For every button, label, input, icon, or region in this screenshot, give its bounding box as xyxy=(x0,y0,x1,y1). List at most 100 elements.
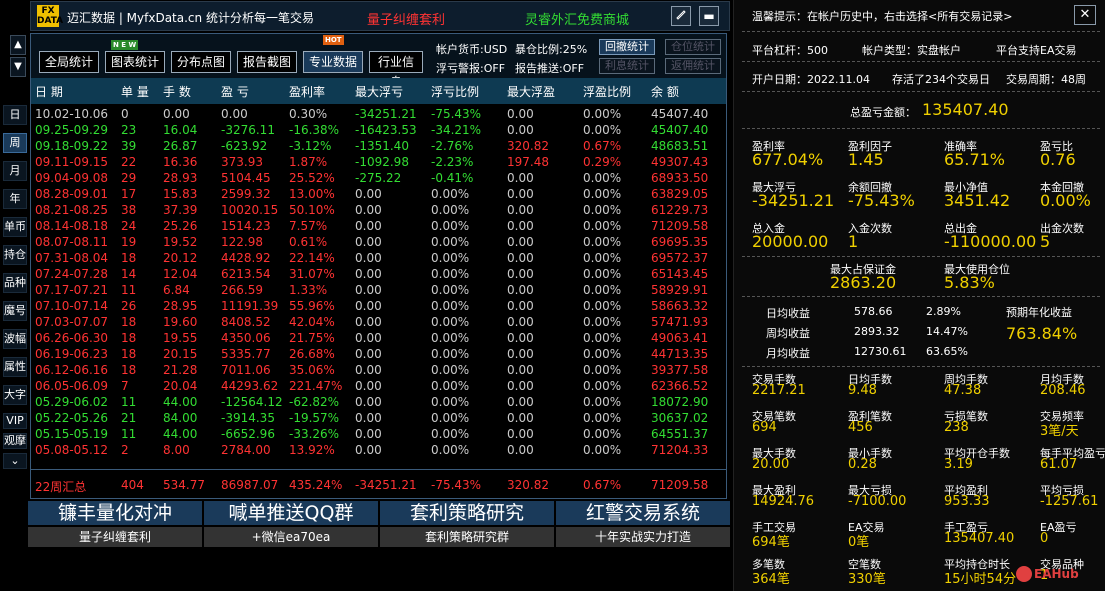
table-row[interactable]: 06.05-06.09 7 20.04 44293.62 221.47% 0.00 0.00… xyxy=(31,378,726,394)
promo-link-quantum[interactable]: 量子纠缠套利 xyxy=(367,9,445,28)
banner-card[interactable]: 喊单推送QQ群 +微信ea70ea xyxy=(204,501,378,547)
table-cell: 55.96% xyxy=(289,299,335,313)
table-cell: -62.82% xyxy=(289,395,340,409)
stat-value: 694 xyxy=(752,420,777,435)
table-cell: 0.00% xyxy=(583,203,622,217)
compound-ratio: 暴仓比例:25% xyxy=(515,43,588,56)
scroll-down-arrow[interactable]: ▼ xyxy=(10,57,26,77)
banner-title[interactable]: 镰丰量化对冲 xyxy=(28,501,202,525)
sidebar-item[interactable]: ⌄ xyxy=(3,453,27,469)
hot-badge: HOT xyxy=(323,35,344,45)
sidebar-item[interactable]: 魔号 xyxy=(3,301,27,321)
table-cell: 0.00% xyxy=(583,187,622,201)
column-header: 盈利率 xyxy=(289,85,326,99)
table-cell: 0.00% xyxy=(431,411,470,425)
banner-subtitle[interactable]: 量子纠缠套利 xyxy=(28,527,202,547)
summary-cell: 71209.58 xyxy=(651,478,709,492)
toolbar-button[interactable]: 全局统计 xyxy=(39,51,99,73)
stat-value: 1 xyxy=(848,232,859,251)
sidebar-item[interactable]: 年 xyxy=(3,189,27,209)
pencil-icon[interactable] xyxy=(671,6,691,26)
table-cell: 31.07% xyxy=(289,267,335,281)
table-row[interactable]: 09.18-09.22 39 26.87 -623.92 -3.12% -1351.40 -… xyxy=(31,138,726,154)
table-cell: 0.00% xyxy=(583,427,622,441)
table-row[interactable]: 05.22-05.26 21 84.00 -3914.35 -19.57% 0.00 0.0… xyxy=(31,410,726,426)
table-cell: 42.04% xyxy=(289,315,335,329)
toolbar-button[interactable]: 分布点图 xyxy=(171,51,231,73)
table-cell: 30637.02 xyxy=(651,411,709,425)
table-row[interactable]: 06.26-06.30 18 19.55 4350.06 21.75% 0.00 0.00%… xyxy=(31,330,726,346)
stat-toggle-button[interactable]: 返佣统计 xyxy=(665,58,721,74)
table-row[interactable]: 08.07-08.11 19 19.52 122.98 0.61% 0.00 0.00% 0.… xyxy=(31,234,726,250)
table-row[interactable]: 09.25-09.29 23 16.04 -3276.11 -16.38% -16423.… xyxy=(31,122,726,138)
table-cell: 0.00% xyxy=(583,395,622,409)
column-header: 最大浮亏 xyxy=(355,85,404,99)
sidebar-item[interactable]: 月 xyxy=(3,161,27,181)
table-cell: 0.00% xyxy=(431,251,470,265)
sidebar-item[interactable]: 属性 xyxy=(3,357,27,377)
sidebar-item[interactable]: 大字 xyxy=(3,385,27,405)
app-title: 迈汇数据 | MyfxData.cn 统计分析每一笔交易 xyxy=(67,11,314,25)
table-row[interactable]: 05.15-05.19 11 44.00 -6652.96 -33.26% 0.00 0.0… xyxy=(31,426,726,442)
stat-toggle-button[interactable]: 回撤统计 xyxy=(599,39,655,55)
promo-link-store[interactable]: 灵睿外汇免费商城 xyxy=(525,9,629,28)
table-row[interactable]: 08.28-09.01 17 15.83 2599.32 13.00% 0.00 0.00%… xyxy=(31,186,726,202)
sidebar-item[interactable]: 单币 xyxy=(3,217,27,237)
table-row[interactable]: 08.21-08.25 38 37.39 10020.15 50.10% 0.00 0.00… xyxy=(31,202,726,218)
table-row[interactable]: 07.03-07.07 18 19.60 8408.52 42.04% 0.00 0.00%… xyxy=(31,314,726,330)
banner-card[interactable]: 镰丰量化对冲 量子纠缠套利 xyxy=(28,501,202,547)
table-cell: 20.15 xyxy=(163,347,198,361)
table-row[interactable]: 09.11-09.15 22 16.36 373.93 1.87% -1092.98 -2.… xyxy=(31,154,726,170)
toolbar-button[interactable]: 报告截图 xyxy=(237,51,297,73)
table-row[interactable]: 10.02-10.06 0 0.00 0.00 0.30% -34251.21 -75.43… xyxy=(31,106,726,122)
banner-title[interactable]: 套利策略研究 xyxy=(380,501,554,525)
sidebar-item[interactable]: 持仓 xyxy=(3,245,27,265)
toolbar-button[interactable]: 行业信息 xyxy=(369,51,423,89)
table-cell: 197.48 xyxy=(507,155,549,169)
table-cell: 11191.39 xyxy=(221,299,279,313)
table-cell: 69572.37 xyxy=(651,251,709,265)
table-row[interactable]: 05.29-06.02 11 44.00 -12564.12 -62.82% 0.00 0.… xyxy=(31,394,726,410)
table-cell: 20.12 xyxy=(163,251,198,265)
table-cell: 0.00% xyxy=(431,187,470,201)
table-cell: 0.00 xyxy=(507,283,534,297)
right-panel: 温馨提示：在帐户历史中，右击选择<所有交易记录> ✕ 平台杠杆：500 帐户类型… xyxy=(733,0,1105,591)
summary-cell: -34251.21 xyxy=(355,478,417,492)
table-row[interactable]: 07.24-07.28 14 12.04 6213.54 31.07% 0.00 0.00%… xyxy=(31,266,726,282)
sidebar-item[interactable]: 波幅 xyxy=(3,329,27,349)
banner-title[interactable]: 红警交易系统 xyxy=(556,501,730,525)
sidebar-item[interactable]: 品种 xyxy=(3,273,27,293)
table-row[interactable]: 08.14-08.18 24 25.26 1514.23 7.57% 0.00 0.00% 0… xyxy=(31,218,726,234)
table-cell: 0.00 xyxy=(507,411,534,425)
toolbar-button[interactable]: 专业数据 xyxy=(303,51,363,73)
sidebar-item[interactable]: VIP xyxy=(3,413,27,429)
table-cell: 0.00 xyxy=(507,379,534,393)
table-row[interactable]: 07.10-07.14 26 28.95 11191.39 55.96% 0.00 0.00… xyxy=(31,298,726,314)
toolbar-button[interactable]: 图表统计 xyxy=(105,51,165,73)
table-row[interactable]: 06.12-06.16 18 21.28 7011.06 35.06% 0.00 0.00%… xyxy=(31,362,726,378)
scroll-up-arrow[interactable]: ▲ xyxy=(10,35,26,55)
table-cell: 18 xyxy=(121,331,137,345)
banner-subtitle[interactable]: 十年实战实力打造 xyxy=(556,527,730,547)
banner-card[interactable]: 红警交易系统 十年实战实力打造 xyxy=(556,501,730,547)
sidebar-item[interactable]: 日 xyxy=(3,105,27,125)
table-cell: 38 xyxy=(121,203,137,217)
table-row[interactable]: 06.19-06.23 18 20.15 5335.77 26.68% 0.00 0.00%… xyxy=(31,346,726,362)
minimize-button[interactable]: ▬ xyxy=(699,6,719,26)
stat-toggle-button[interactable]: 仓位统计 xyxy=(665,39,721,55)
banner-card[interactable]: 套利策略研究 套利策略研究群 xyxy=(380,501,554,547)
close-button[interactable]: ✕ xyxy=(1074,5,1096,25)
table-row[interactable]: 07.31-08.04 18 20.12 4428.92 22.14% 0.00 0.00%… xyxy=(31,250,726,266)
sidebar-item[interactable]: 观摩 xyxy=(3,433,27,449)
stat-value: 3笔/天 xyxy=(1040,424,1079,439)
table-row[interactable]: 05.08-05.12 2 8.00 2784.00 13.92% 0.00 0.00% 0.… xyxy=(31,442,726,458)
banner-subtitle[interactable]: +微信ea70ea xyxy=(204,527,378,547)
table-row[interactable]: 09.04-09.08 29 28.93 5104.45 25.52% -275.22 -0… xyxy=(31,170,726,186)
sidebar-item[interactable]: 周 xyxy=(3,133,27,153)
banner-subtitle[interactable]: 套利策略研究群 xyxy=(380,527,554,547)
stat-toggle-button[interactable]: 利息统计 xyxy=(599,58,655,74)
table-cell: 0.00% xyxy=(431,299,470,313)
banner-title[interactable]: 喊单推送QQ群 xyxy=(204,501,378,525)
table-row[interactable]: 07.17-07.21 11 6.84 266.59 1.33% 0.00 0.00% 0.0… xyxy=(31,282,726,298)
table-cell: 0.00% xyxy=(583,123,622,137)
